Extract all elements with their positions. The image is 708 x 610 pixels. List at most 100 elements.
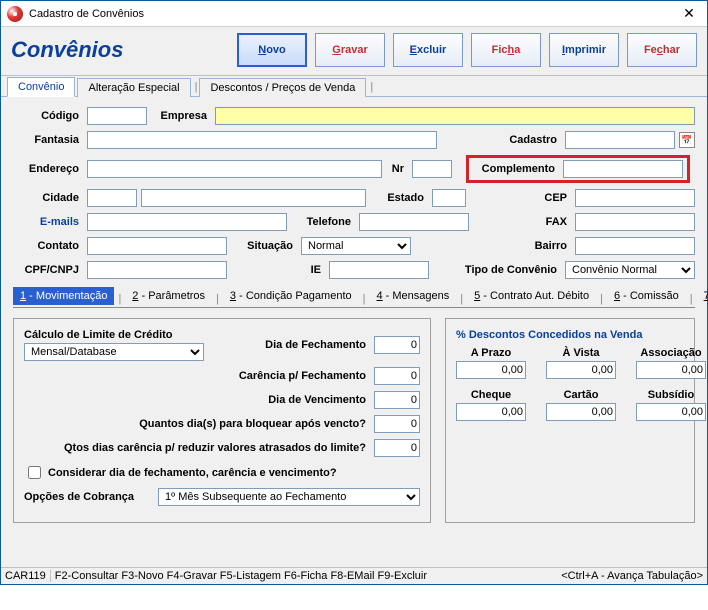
calc-frame: Cálculo de Limite de Crédito Mensal/Data…	[13, 318, 431, 523]
empresa-label: Empresa	[151, 110, 211, 122]
complemento-highlight: Complemento	[466, 155, 690, 183]
cpfcnpj-input[interactable]	[87, 261, 227, 279]
contato-label: Contato	[13, 240, 83, 252]
calendar-icon[interactable]: 📅	[679, 132, 695, 148]
aprazo-input[interactable]	[456, 361, 526, 379]
tab-alteracao[interactable]: Alteração Especial	[77, 78, 190, 97]
window-title: Cadastro de Convênios	[29, 8, 677, 20]
cadastro-input[interactable]	[565, 131, 675, 149]
assoc-header: Associação	[636, 347, 706, 359]
ie-label: IE	[301, 264, 325, 276]
subsidio-input[interactable]	[636, 403, 706, 421]
dia-venc-input[interactable]	[374, 391, 420, 409]
app-icon	[7, 6, 23, 22]
fechar-button[interactable]: Fechar	[627, 33, 697, 67]
complemento-input[interactable]	[563, 160, 683, 178]
tab-convenio[interactable]: Convênio	[7, 77, 75, 97]
opcoes-label: Opções de Cobrança	[24, 491, 154, 503]
emails-label: E-mails	[13, 216, 83, 228]
calc-mode-select[interactable]: Mensal/Database	[24, 343, 204, 361]
tab-separator: |	[193, 81, 200, 96]
discounts-frame: % Descontos Concedidos na Venda A Prazo …	[445, 318, 695, 523]
estado-label: Estado	[370, 192, 428, 204]
endereco-label: Endereço	[13, 163, 83, 175]
status-code: CAR119	[5, 570, 51, 582]
subtab-emissao[interactable]: 7 - Emissão NF	[697, 287, 708, 305]
codigo-input[interactable]	[87, 107, 147, 125]
dia-fechamento-label: Dia de Fechamento	[218, 339, 370, 351]
subtabs: 1 - Movimentação| 2 - Parâmetros| 3 - Co…	[13, 287, 695, 308]
situacao-label: Situação	[231, 240, 297, 252]
cartao-input[interactable]	[546, 403, 616, 421]
empresa-input[interactable]	[215, 107, 695, 125]
carencia-input[interactable]	[374, 367, 420, 385]
nr-label: Nr	[386, 163, 408, 175]
opcoes-select[interactable]: 1º Mês Subsequente ao Fechamento	[158, 488, 420, 506]
app-title: Convênios	[11, 37, 237, 63]
cheque-header: Cheque	[456, 389, 526, 401]
cep-label: CEP	[521, 192, 571, 204]
subtab-condicao[interactable]: 3 - Condição Pagamento	[223, 287, 359, 305]
situacao-select[interactable]: Normal	[301, 237, 411, 255]
tab-separator: |	[368, 81, 375, 96]
ie-input[interactable]	[329, 261, 429, 279]
bloquear-label: Quantos dia(s) para bloquear após vencto…	[24, 418, 370, 430]
fax-input[interactable]	[575, 213, 695, 231]
tab-descontos[interactable]: Descontos / Preços de Venda	[199, 78, 366, 97]
excluir-button[interactable]: Excluir	[393, 33, 463, 67]
endereco-input[interactable]	[87, 160, 382, 178]
subtab-contrato[interactable]: 5 - Contrato Aut. Débito	[467, 287, 596, 305]
subtab-parametros[interactable]: 2 - Parâmetros	[125, 287, 212, 305]
imprimir-button[interactable]: Imprimir	[549, 33, 619, 67]
status-hint: <Ctrl+A - Avança Tabulação>	[561, 570, 703, 582]
telefone-input[interactable]	[359, 213, 469, 231]
cheque-input[interactable]	[456, 403, 526, 421]
aprazo-header: A Prazo	[456, 347, 526, 359]
discounts-title: % Descontos Concedidos na Venda	[456, 329, 684, 341]
gravar-button[interactable]: Gravar	[315, 33, 385, 67]
tipo-label: Tipo de Convênio	[451, 264, 561, 276]
subtab-movimentacao[interactable]: 1 - Movimentação	[13, 287, 114, 305]
subtab-comissao[interactable]: 6 - Comissão	[607, 287, 686, 305]
bloquear-input[interactable]	[374, 415, 420, 433]
reduzir-input[interactable]	[374, 439, 420, 457]
estado-input[interactable]	[432, 189, 466, 207]
cidade-code-input[interactable]	[87, 189, 137, 207]
avista-input[interactable]	[546, 361, 616, 379]
cadastro-label: Cadastro	[491, 134, 561, 146]
ficha-button[interactable]: Ficha	[471, 33, 541, 67]
main-tabs: Convênio Alteração Especial | Descontos …	[1, 76, 707, 97]
considerar-checkbox[interactable]	[28, 466, 41, 479]
status-bar: CAR119 F2-Consultar F3-Novo F4-Gravar F5…	[1, 567, 707, 584]
cidade-label: Cidade	[13, 192, 83, 204]
bairro-input[interactable]	[575, 237, 695, 255]
bairro-label: Bairro	[521, 240, 571, 252]
close-icon[interactable]: ✕	[677, 5, 701, 22]
contato-input[interactable]	[87, 237, 227, 255]
subsidio-header: Subsídio	[636, 389, 706, 401]
dia-fechamento-input[interactable]	[374, 336, 420, 354]
titlebar: Cadastro de Convênios ✕	[1, 1, 707, 27]
novo-button[interactable]: Novo	[237, 33, 307, 67]
assoc-input[interactable]	[636, 361, 706, 379]
fantasia-input[interactable]	[87, 131, 437, 149]
reduzir-label: Qtos dias carência p/ reduzir valores at…	[24, 442, 370, 454]
emails-input[interactable]	[87, 213, 287, 231]
tipo-select[interactable]: Convênio Normal	[565, 261, 695, 279]
cidade-name-input[interactable]	[141, 189, 366, 207]
codigo-label: Código	[13, 110, 83, 122]
nr-input[interactable]	[412, 160, 452, 178]
dia-venc-label: Dia de Vencimento	[24, 394, 370, 406]
telefone-label: Telefone	[291, 216, 355, 228]
form-body: Código Empresa Fantasia Cadastro 📅 Ender…	[1, 97, 707, 567]
calc-title: Cálculo de Limite de Crédito	[24, 329, 214, 341]
status-keys: F2-Consultar F3-Novo F4-Gravar F5-Listag…	[51, 570, 561, 582]
toolbar: Novo Gravar Excluir Ficha Imprimir Fecha…	[237, 33, 697, 67]
cartao-header: Cartão	[546, 389, 616, 401]
fax-label: FAX	[521, 216, 571, 228]
subtab-mensagens[interactable]: 4 - Mensagens	[369, 287, 456, 305]
cep-input[interactable]	[575, 189, 695, 207]
considerar-label: Considerar dia de fechamento, carência e…	[48, 467, 420, 479]
header: Convênios Novo Gravar Excluir Ficha Impr…	[1, 27, 707, 76]
avista-header: À Vista	[546, 347, 616, 359]
